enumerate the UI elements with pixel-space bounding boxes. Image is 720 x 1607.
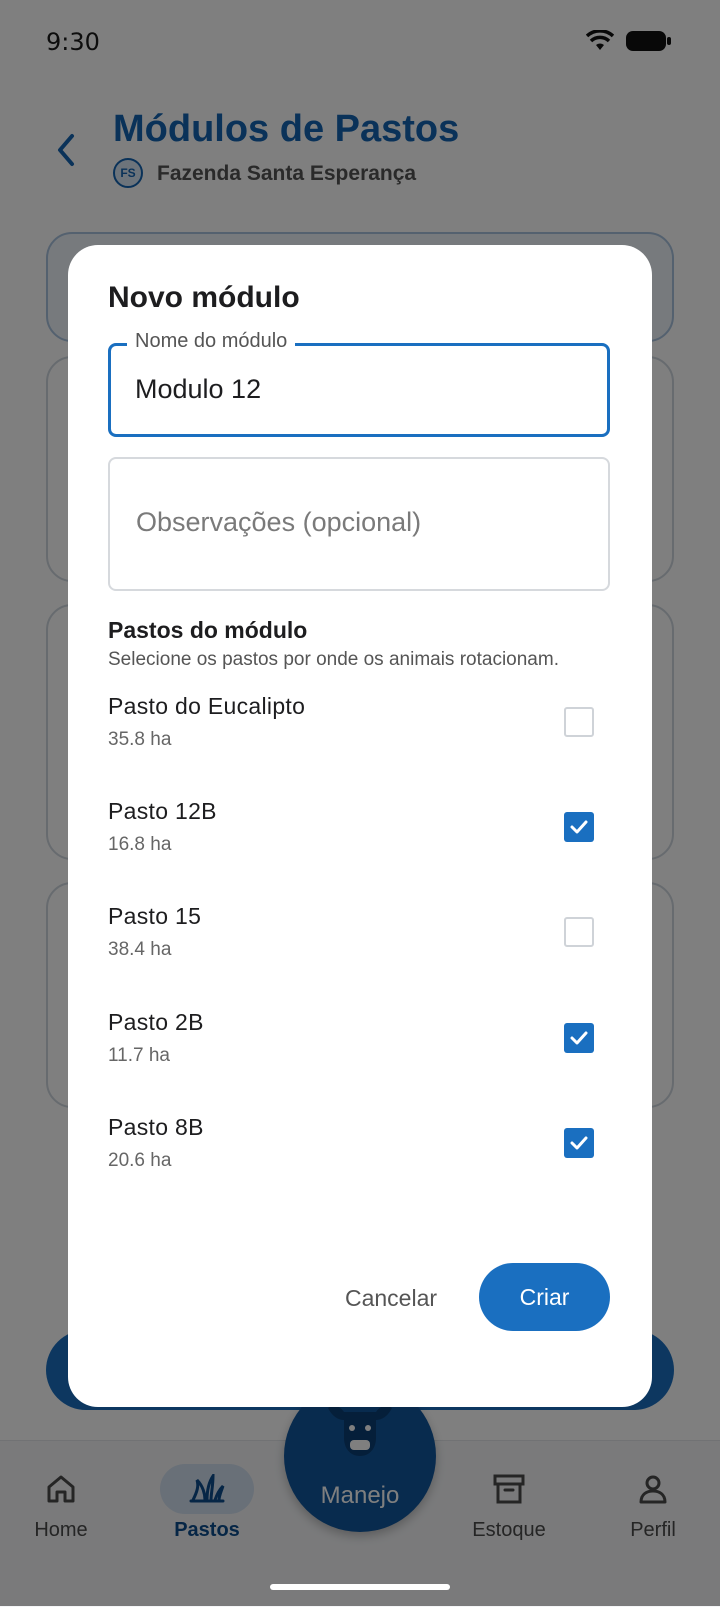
pasture-checkbox[interactable] [564, 1023, 594, 1053]
pasture-area: 20.6 ha [108, 1150, 172, 1171]
home-indicator [270, 1584, 450, 1590]
section-title: Pastos do módulo [108, 617, 308, 643]
pasture-item[interactable]: Pasto do Eucalipto 35.8 ha [108, 693, 612, 783]
module-name-input[interactable]: Modulo 12 [135, 374, 261, 405]
create-button[interactable]: Criar [479, 1263, 610, 1331]
module-name-label: Nome do módulo [127, 330, 296, 353]
cancel-button[interactable]: Cancelar [326, 1265, 456, 1331]
check-icon [570, 1031, 588, 1045]
observations-field[interactable]: Observações (opcional) [108, 457, 610, 591]
pasture-item[interactable]: Pasto 2B 11.7 ha [108, 1009, 612, 1099]
pasture-checkbox[interactable] [564, 917, 594, 947]
pasture-area: 38.4 ha [108, 939, 172, 960]
pasture-name: Pasto 8B [108, 1114, 204, 1140]
pasture-area: 16.8 ha [108, 834, 172, 855]
check-icon [570, 1136, 588, 1150]
pasture-name: Pasto do Eucalipto [108, 693, 306, 719]
new-module-dialog: Novo módulo Nome do módulo Modulo 12 Obs… [68, 245, 652, 1407]
pasture-area: 35.8 ha [108, 729, 172, 750]
pasture-name: Pasto 2B [108, 1009, 204, 1035]
pasture-area: 11.7 ha [108, 1045, 170, 1066]
pasture-item[interactable]: Pasto 15 38.4 ha [108, 903, 612, 993]
pasture-name: Pasto 12B [108, 798, 217, 824]
pasture-checkbox[interactable] [564, 812, 594, 842]
pasture-checkbox[interactable] [564, 1128, 594, 1158]
section-subtitle: Selecione os pastos por onde os animais … [108, 649, 559, 670]
pasture-item[interactable]: Pasto 8B 20.6 ha [108, 1114, 612, 1204]
pasture-item[interactable]: Pasto 12B 16.8 ha [108, 798, 612, 888]
pasture-checkbox[interactable] [564, 707, 594, 737]
check-icon [570, 820, 588, 834]
observations-placeholder: Observações (opcional) [136, 507, 422, 537]
pasture-name: Pasto 15 [108, 903, 202, 929]
dialog-title: Novo módulo [108, 281, 300, 314]
module-name-field[interactable]: Nome do módulo Modulo 12 [108, 330, 610, 437]
